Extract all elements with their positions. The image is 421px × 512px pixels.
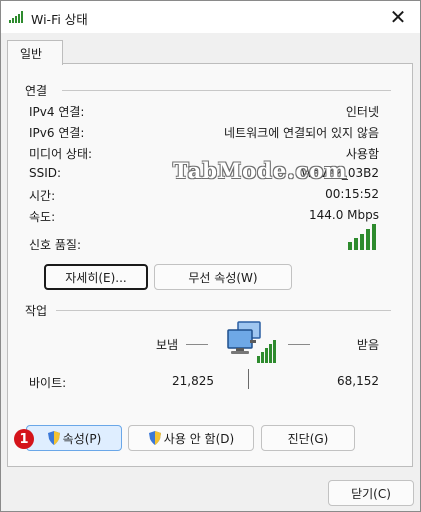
general-panel: 연결 IPv4 연결: 인터넷 IPv6 연결: 네트워크에 연결되어 있지 않… [7, 63, 413, 467]
signal-bars-icon [348, 224, 376, 250]
uac-shield-icon [148, 431, 161, 445]
sent-line [186, 344, 208, 345]
disable-button[interactable]: 사용 안 함(D) [128, 425, 254, 451]
wifi-signal-icon [9, 11, 23, 23]
duration-value: 00:15:52 [325, 187, 379, 201]
wireless-properties-button[interactable]: 무선 속성(W) [154, 264, 292, 290]
activity-divider [56, 310, 391, 311]
speed-value: 144.0 Mbps [308, 208, 379, 222]
speed-label: 속도: [29, 210, 56, 224]
close-button[interactable]: 닫기(C) [328, 480, 414, 506]
connection-group-title: 연결 [25, 84, 48, 98]
properties-label: 속성(P) [62, 431, 102, 446]
watermark: TabMode.com [173, 158, 348, 183]
bytes-label: 바이트: [29, 376, 67, 390]
bytes-sent-value: 21,825 [172, 374, 214, 388]
step-callout: 1 [14, 429, 34, 449]
connection-divider [62, 90, 391, 91]
signal-quality-label: 신호 품질: [29, 238, 82, 252]
window-title: Wi-Fi 상태 [31, 12, 88, 27]
received-label: 받음 [356, 338, 379, 352]
activity-group-title: 작업 [25, 304, 48, 318]
sent-label: 보냄 [156, 338, 179, 352]
ipv6-label: IPv6 연결: [29, 126, 85, 140]
ipv4-value: 인터넷 [345, 105, 379, 119]
media-state-label: 미디어 상태: [29, 147, 93, 161]
details-button[interactable]: 자세히(E)... [44, 264, 148, 290]
media-state-value: 사용함 [345, 147, 379, 161]
received-line [288, 344, 310, 345]
tab-general[interactable]: 일반 [7, 40, 63, 65]
diagnose-button[interactable]: 진단(G) [261, 425, 355, 451]
duration-label: 시간: [29, 189, 56, 203]
ipv6-value: 네트워크에 연결되어 있지 않음 [224, 126, 379, 140]
network-computers-icon [227, 321, 276, 363]
close-icon[interactable]: ✕ [376, 1, 420, 33]
wifi-status-window: Wi-Fi 상태 ✕ 일반 연결 IPv4 연결: 인터넷 IPv6 연결: 네… [0, 0, 421, 512]
bytes-received-value: 68,152 [337, 374, 379, 388]
ssid-label: SSID: [29, 166, 62, 180]
title-bar: Wi-Fi 상태 ✕ [1, 1, 420, 33]
ipv4-label: IPv4 연결: [29, 105, 85, 119]
tab-general-label: 일반 [20, 47, 43, 61]
activity-separator [248, 369, 249, 389]
properties-button[interactable]: 속성(P) [26, 425, 122, 451]
disable-label: 사용 안 함(D) [163, 431, 235, 446]
uac-shield-icon [47, 431, 60, 445]
